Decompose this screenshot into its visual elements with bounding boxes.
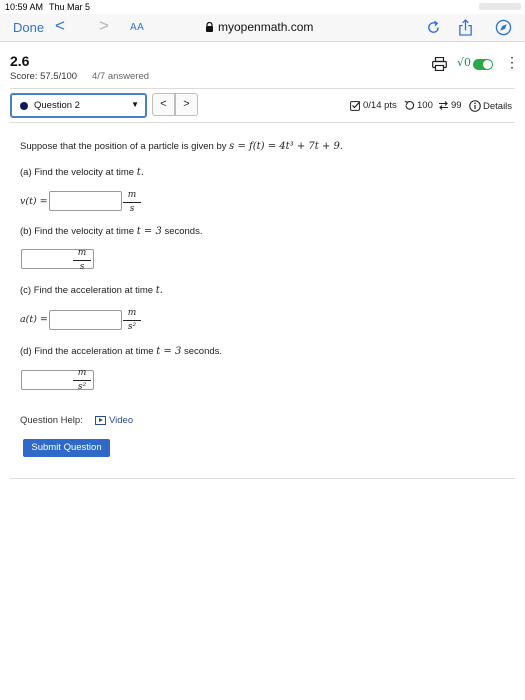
answered-count: 4/7 answered bbox=[92, 71, 150, 82]
battery-icon bbox=[479, 3, 521, 10]
part-c-answer-input[interactable] bbox=[49, 310, 122, 330]
toggle-switch[interactable] bbox=[473, 59, 493, 70]
url-text: myopenmath.com bbox=[218, 20, 314, 34]
submit-question-button[interactable]: Submit Question bbox=[23, 439, 110, 457]
part-d-prompt: (d) Find the acceleration at time t = 3 … bbox=[20, 346, 223, 357]
text-size-button[interactable]: AA bbox=[130, 22, 144, 33]
details-text: Details bbox=[483, 100, 513, 112]
share-icon[interactable] bbox=[458, 19, 473, 36]
shuffle-icon bbox=[439, 101, 448, 110]
part-b-prompt: (b) Find the velocity at time t = 3 seco… bbox=[20, 226, 203, 237]
assignment-title: 2.6 bbox=[10, 53, 30, 69]
details-link[interactable]: Details bbox=[469, 100, 512, 112]
video-help-link[interactable]: Video bbox=[95, 415, 133, 426]
back-button[interactable]: < bbox=[55, 17, 65, 35]
attempts-indicator: 100 bbox=[404, 100, 433, 111]
checkbox-icon bbox=[350, 101, 361, 111]
reload-icon[interactable] bbox=[426, 20, 441, 35]
browser-toolbar: Done < > AA myopenmath.com bbox=[0, 14, 525, 42]
part-c-unit: m s² bbox=[123, 308, 141, 333]
video-link-text: Video bbox=[109, 415, 134, 426]
part-a-answer-input[interactable] bbox=[49, 191, 122, 211]
next-question-button[interactable]: > bbox=[175, 93, 198, 116]
status-time: 10:59 AM bbox=[5, 2, 44, 12]
attempts-text: 100 bbox=[417, 100, 433, 111]
forward-button[interactable]: > bbox=[99, 17, 109, 35]
score-text: Score: 57.5/100 bbox=[10, 71, 78, 82]
divider bbox=[10, 88, 515, 89]
prev-question-button[interactable]: < bbox=[152, 93, 175, 116]
print-icon[interactable] bbox=[432, 57, 447, 71]
divider bbox=[10, 122, 515, 123]
versions-indicator: 99 bbox=[438, 100, 462, 111]
question-help-label: Question Help: bbox=[20, 415, 83, 426]
part-c-prompt: (c) Find the acceleration at time t. bbox=[20, 285, 163, 296]
compass-icon[interactable] bbox=[495, 19, 512, 36]
part-d-unit: m s² bbox=[73, 368, 91, 393]
question-select-label: Question 2 bbox=[34, 100, 80, 111]
position-function: s = f(t) = 4t³ + 7t + 9. bbox=[229, 141, 344, 152]
video-icon bbox=[95, 416, 106, 425]
status-bar: 10:59 AM Thu Mar 5 bbox=[0, 0, 525, 14]
info-icon bbox=[469, 100, 481, 112]
question-status-dot bbox=[20, 102, 28, 110]
address-bar[interactable]: myopenmath.com bbox=[205, 20, 313, 34]
math-entry-icon[interactable]: √0 bbox=[457, 56, 471, 69]
lock-icon bbox=[206, 22, 213, 32]
part-b-unit: ms bbox=[73, 248, 91, 273]
part-a-prompt: (a) Find the velocity at time t. bbox=[20, 167, 144, 178]
chevron-down-icon: ▼ bbox=[131, 100, 139, 109]
divider bbox=[10, 478, 515, 479]
part-a-unit: ms bbox=[123, 190, 141, 215]
more-options-icon[interactable]: ⋮ bbox=[505, 55, 519, 69]
retry-icon bbox=[404, 100, 415, 110]
done-button[interactable]: Done bbox=[13, 20, 44, 35]
versions-text: 99 bbox=[451, 100, 462, 111]
part-a-label: v(t) = bbox=[20, 196, 48, 207]
status-date: Thu Mar 5 bbox=[49, 2, 91, 12]
points-text: 0/14 pts bbox=[363, 100, 397, 111]
part-c-label: a(t) = bbox=[20, 314, 48, 325]
question-select[interactable]: Question 2 ▼ bbox=[10, 93, 147, 118]
question-intro: Suppose that the position of a particle … bbox=[20, 141, 344, 152]
points-indicator: 0/14 pts bbox=[350, 100, 397, 111]
